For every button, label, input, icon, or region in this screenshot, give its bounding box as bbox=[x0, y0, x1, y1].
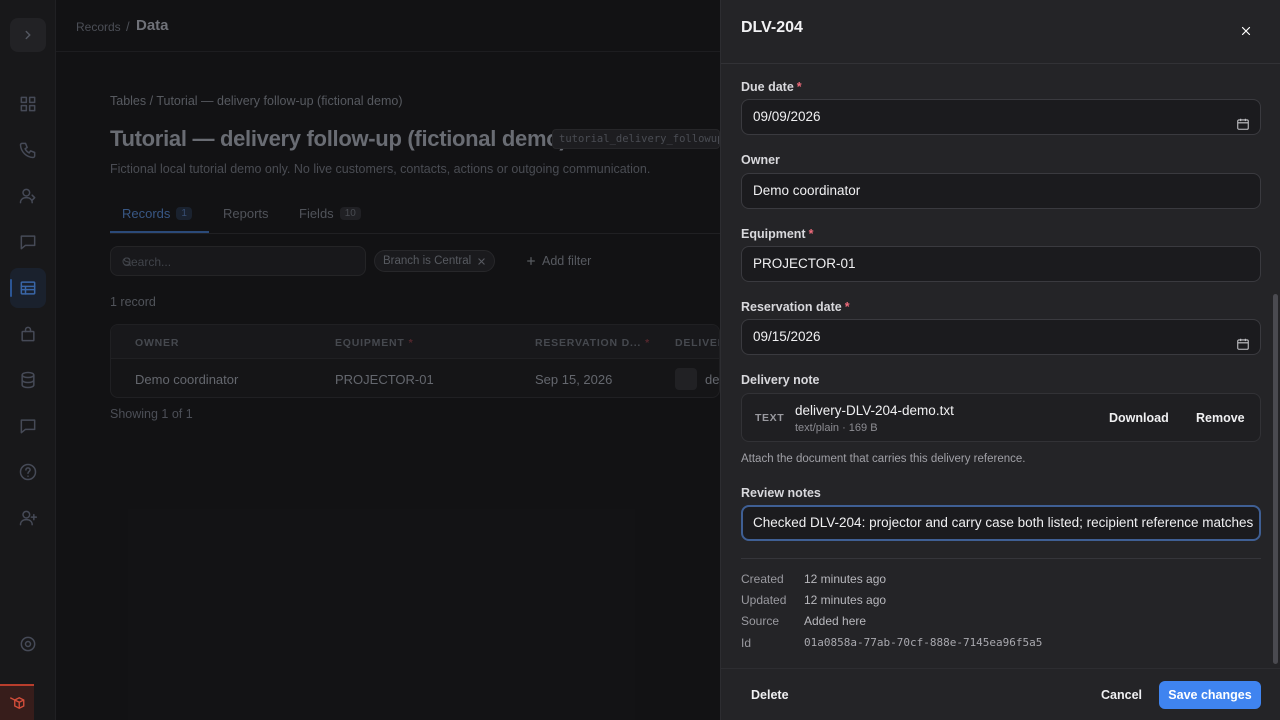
id-label: Id bbox=[741, 636, 752, 650]
drawer-title: DLV-204 bbox=[741, 19, 803, 36]
delivery-note-file: TEXT delivery-DLV-204-demo.txt text/plai… bbox=[741, 393, 1261, 442]
review-notes-input[interactable]: Checked DLV-204: projector and carry cas… bbox=[741, 505, 1261, 541]
close-icon bbox=[1241, 26, 1251, 36]
owner-input[interactable]: Demo coordinator bbox=[741, 173, 1261, 209]
drawer-scrollbar[interactable] bbox=[1271, 64, 1279, 664]
owner-value: Demo coordinator bbox=[753, 183, 861, 198]
download-button[interactable]: Download bbox=[1109, 411, 1169, 425]
source-label: Source bbox=[741, 614, 780, 628]
save-changes-button[interactable]: Save changes bbox=[1159, 681, 1261, 709]
reservation-date-value: 09/15/2026 bbox=[753, 329, 821, 344]
due-date-label: Due date * bbox=[741, 80, 802, 94]
updated-label: Updated bbox=[741, 593, 787, 607]
id-value: 01a0858a-77ab-70cf-888e-7145ea96f5a5 bbox=[804, 636, 1043, 649]
file-type-badge: TEXT bbox=[755, 412, 785, 424]
review-notes-label: Review notes bbox=[741, 486, 821, 500]
created-label: Created bbox=[741, 572, 784, 586]
remove-button[interactable]: Remove bbox=[1196, 411, 1245, 425]
due-date-input[interactable]: 09/09/2026 bbox=[741, 99, 1261, 135]
calendar-icon[interactable] bbox=[1236, 330, 1250, 350]
close-drawer-button[interactable] bbox=[1235, 20, 1257, 42]
equipment-value: PROJECTOR-01 bbox=[753, 256, 856, 271]
scrollbar-thumb[interactable] bbox=[1273, 294, 1278, 664]
required-mark: * bbox=[844, 300, 850, 314]
file-name: delivery-DLV-204-demo.txt bbox=[795, 403, 954, 418]
due-date-label-text: Due date bbox=[741, 80, 794, 94]
source-value: Added here bbox=[804, 614, 867, 628]
owner-label: Owner bbox=[741, 153, 780, 167]
due-date-value: 09/09/2026 bbox=[753, 109, 821, 124]
delete-button[interactable]: Delete bbox=[751, 688, 789, 702]
cancel-button[interactable]: Cancel bbox=[1091, 681, 1152, 709]
delivery-note-label: Delivery note bbox=[741, 373, 820, 387]
divider bbox=[741, 558, 1261, 559]
review-notes-label-text: Review notes bbox=[741, 486, 821, 500]
required-mark: * bbox=[796, 80, 802, 94]
updated-value: 12 minutes ago bbox=[804, 593, 887, 607]
equipment-label: Equipment * bbox=[741, 227, 813, 241]
modal-scrim[interactable] bbox=[0, 0, 720, 720]
file-meta: text/plain · 169 B bbox=[795, 422, 878, 434]
drawer-footer: Delete Cancel Save changes bbox=[721, 668, 1280, 720]
equipment-label-text: Equipment bbox=[741, 227, 806, 241]
drawer-header: DLV-204 bbox=[721, 0, 1280, 64]
reservation-date-input[interactable]: 09/15/2026 bbox=[741, 319, 1261, 355]
owner-label-text: Owner bbox=[741, 153, 780, 167]
record-edit-drawer: DLV-204 Due date * 09/09/2026 Owner Demo … bbox=[720, 0, 1280, 720]
delivery-note-label-text: Delivery note bbox=[741, 373, 820, 387]
created-value: 12 minutes ago bbox=[804, 572, 887, 586]
required-mark: * bbox=[808, 227, 814, 241]
reservation-date-label: Reservation date * bbox=[741, 300, 850, 314]
delivery-note-help: Attach the document that carries this de… bbox=[741, 453, 1026, 465]
calendar-icon[interactable] bbox=[1236, 110, 1250, 130]
review-notes-value: Checked DLV-204: projector and carry cas… bbox=[753, 515, 1254, 530]
equipment-input[interactable]: PROJECTOR-01 bbox=[741, 246, 1261, 282]
reservation-date-label-text: Reservation date bbox=[741, 300, 842, 314]
